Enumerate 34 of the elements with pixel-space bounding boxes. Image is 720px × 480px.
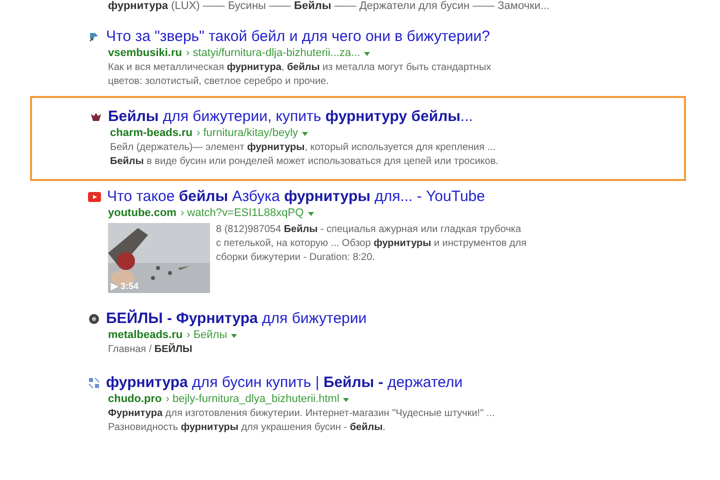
result-title-link[interactable]: Бейлы для бижутерии, купить фурнитуру бейлы... [108,108,473,126]
grid-icon [88,377,100,389]
caret-icon[interactable] [302,132,308,136]
snippet-line: Бейлы в виде бусин или ронделей может использоваться для цепей или тросиков. [110,155,500,169]
caret-icon[interactable] [364,52,370,56]
caret-icon[interactable] [231,334,238,338]
result-domain[interactable]: metalbeads.ru [108,328,183,343]
result-domain[interactable]: vsembusiki.ru [108,46,182,61]
result-path[interactable]: › bejly-furnitura_dlya_bizhuterii.html [166,392,340,407]
video-duration: ▶ 3:54 [111,281,139,291]
snippet-line: Главная / БЕЙЛЫ [108,343,194,357]
video-icon [88,192,101,202]
snippet-line: Разновидность фурнитуры для украшения бусин - бейлы. [108,421,386,435]
caret-icon[interactable] [343,398,350,402]
snippet-line: сборки бижутерии - Duration: 8:20. [216,251,376,265]
result-path[interactable]: › statyi/furnitura-dlja-bizhuterii...za... [186,46,360,61]
result-domain[interactable]: charm-beads.ru [110,126,193,141]
snippet-line: Как и вся металлическая фурнитура, бейлы из металла могут быть стандартных [108,61,492,75]
result-title-link[interactable]: фурнитура для бусин купить | Бейлы - держатели [106,374,463,392]
snippet-line: цветов: золотистый, светлое серебро и прочие. [108,75,330,89]
result-path[interactable]: › watch?v=ESI1L88xqPQ [180,206,304,221]
result-path[interactable]: › furnitura/kitay/beyly [196,126,298,141]
snippet-line: Бейл (держатель)— элемент фурнитуры, который используется для крепления ... [110,141,497,155]
result-domain[interactable]: youtube.com [108,206,176,221]
result-title-link[interactable]: Что за "зверь" такой бейл и для чего они в бижутерии? [106,28,490,46]
snippet-line: Фурнитура для изготовления бижутерии. Интернет-магазин "Чудесные штучки!" ... [108,407,496,421]
result-snippet: фурнитура (LUX) —— Бусины —— Бейлы —— Держатели для бусин —— Замочки... [107,0,551,14]
result-domain[interactable]: chudo.pro [108,392,162,407]
result-path[interactable]: › Бейлы [186,328,228,343]
snippet-line: с петелькой, на которую ... Обзор фурнитуры и инструментов для [216,237,526,251]
result-title-link[interactable]: БЕЙЛЫ - Фурнитура для бижутерии [106,310,367,328]
caret-icon[interactable] [308,212,314,216]
snippet-line: 8 (812)987054 Бейлы - специалья ажурная или гладкая трубочка [216,223,522,237]
result-title-link[interactable]: Что такое бейлы Азбука фурнитуры для... - YouTube [107,188,485,206]
